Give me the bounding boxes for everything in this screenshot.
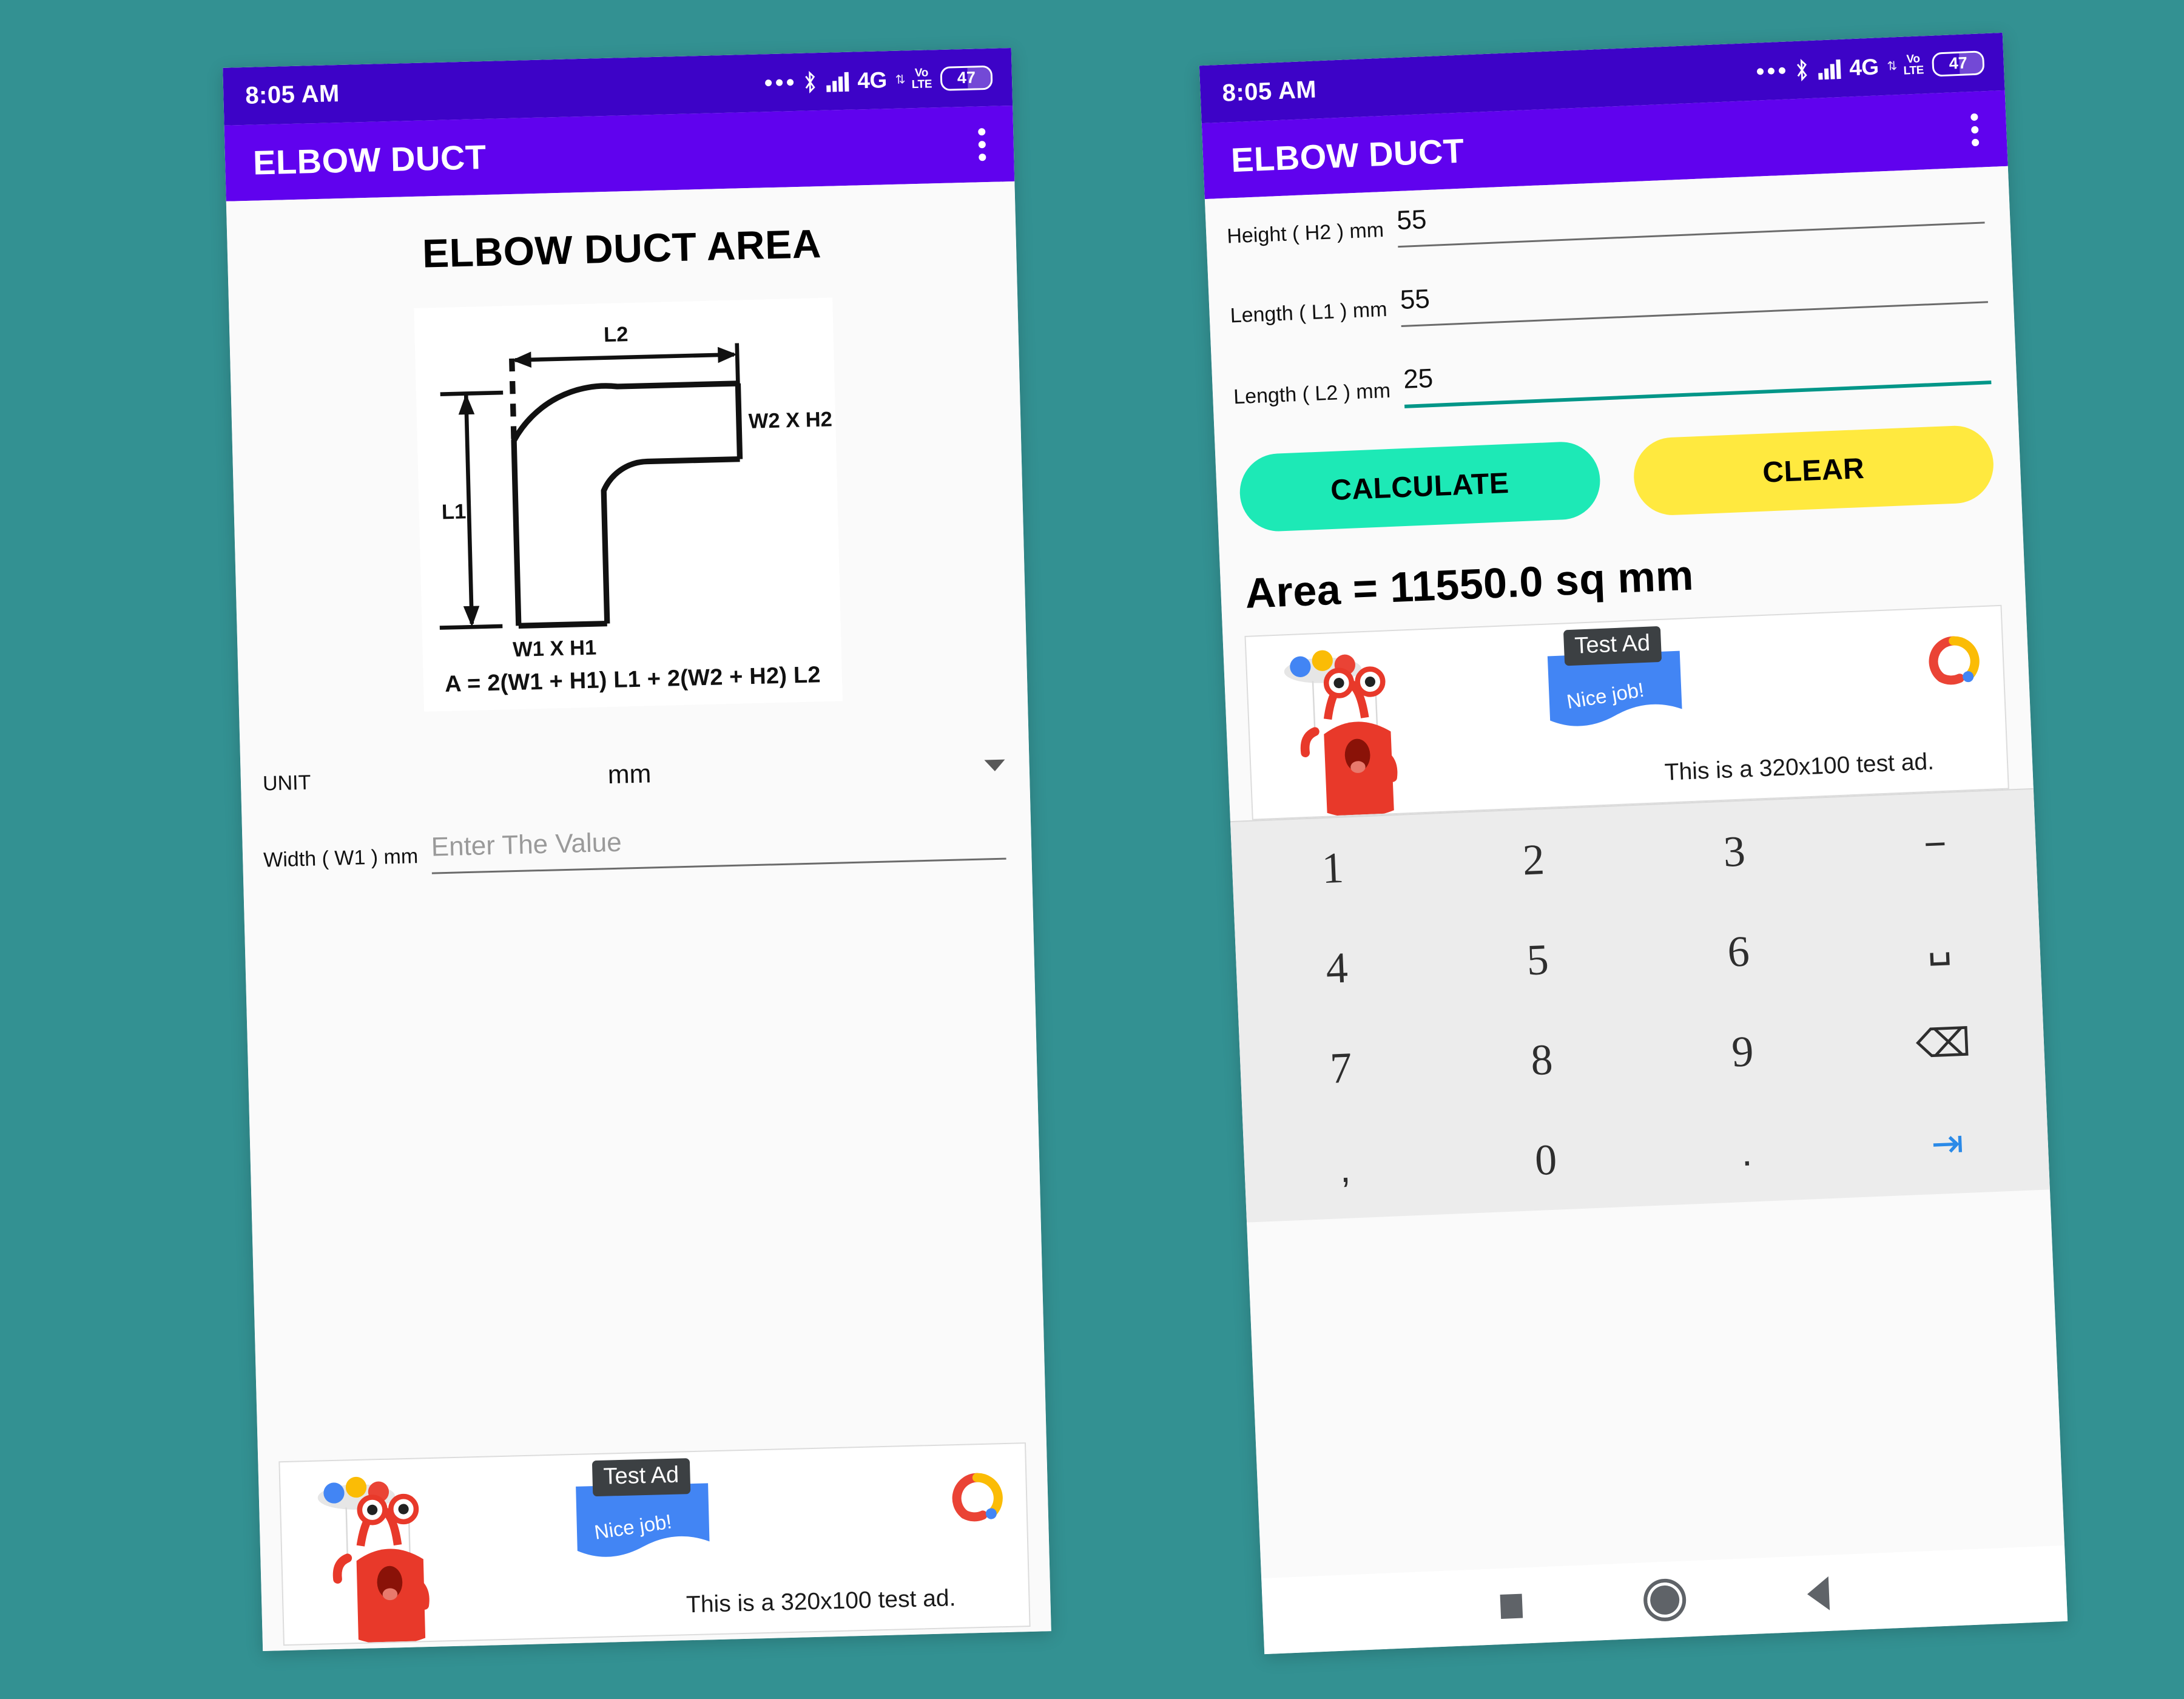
volte-bottom: LTE: [1903, 63, 1924, 78]
key-2[interactable]: 2: [1431, 806, 1636, 914]
signal-bars-icon: [1818, 58, 1841, 79]
key-0[interactable]: 0: [1443, 1106, 1648, 1214]
battery-icon: 47: [940, 65, 993, 91]
clear-button[interactable]: CLEAR: [1632, 424, 1995, 517]
field-label-w1: Width ( W1 ) mm: [263, 844, 419, 872]
signal-bars-icon: [826, 70, 849, 92]
elbow-duct-diagram: L2 L1 W2 X H2 W1 X H1: [439, 323, 832, 661]
ad-body-text: This is a 320x100 test ad.: [686, 1585, 956, 1618]
more-dots-icon: [765, 79, 794, 87]
network-4g-label: 4G: [1849, 53, 1879, 80]
recents-square-icon[interactable]: [1500, 1593, 1523, 1619]
key-7[interactable]: 7: [1239, 1014, 1444, 1122]
key-3[interactable]: 3: [1632, 797, 1837, 905]
bluetooth-icon: [805, 70, 815, 93]
ad-badge: Test Ad: [592, 1458, 690, 1497]
battery-level: 47: [957, 68, 976, 87]
kebab-menu-icon[interactable]: [972, 121, 993, 167]
red-monster-icon: [1268, 633, 1445, 818]
key-next[interactable]: ⇥: [1845, 1089, 2050, 1197]
data-transfer-icon: ⇅: [895, 73, 903, 87]
key-8[interactable]: 8: [1440, 1006, 1645, 1114]
status-time-right: 8:05 AM: [1221, 76, 1317, 107]
ad-banner-left[interactable]: Nice job! Test Ad This is a 320x100 test…: [278, 1442, 1031, 1646]
key-9[interactable]: 9: [1640, 998, 1845, 1106]
red-monster-icon: [302, 1461, 476, 1645]
key-4[interactable]: 4: [1235, 914, 1440, 1022]
area-formula: A = 2(W1 + H1) L1 + 2(W2 + H2) L2: [444, 662, 821, 697]
action-button-row: CALCULATE CLEAR: [1238, 424, 1995, 533]
key-period[interactable]: .: [1644, 1098, 1849, 1206]
calculate-button[interactable]: CALCULATE: [1238, 440, 1602, 533]
bluetooth-icon: [1797, 58, 1807, 81]
battery-level: 47: [1949, 53, 1968, 73]
diagram-label-w1h1: W1 X H1: [513, 637, 597, 661]
phone-screenshot-left: 8:05 AM 4G ⇅ Vo LTE 47 ELBOW DUCT ELBOW …: [223, 47, 1051, 1652]
back-triangle-icon[interactable]: [1806, 1576, 1830, 1611]
ad-banner-right[interactable]: Nice job! Test Ad This is a 320x100 test…: [1244, 604, 2009, 820]
key-minus[interactable]: −: [1833, 789, 2038, 897]
unit-label: UNIT: [262, 771, 311, 795]
volte-icon: Vo LTE: [911, 67, 932, 91]
elbow-duct-diagram-card: L2 L1 W2 X H2 W1 X H1 A = 2(W1 + H1) L1 …: [414, 297, 843, 712]
field-label-l2: Length ( L2 ) mm: [1233, 379, 1391, 409]
key-backspace[interactable]: ⌫: [1841, 990, 2046, 1098]
diagram-label-l1: L1: [442, 500, 467, 524]
diagram-label-w2h2: W2 X H2: [748, 408, 832, 433]
key-6[interactable]: 6: [1636, 897, 1841, 1005]
key-comma[interactable]: ,: [1242, 1114, 1448, 1222]
key-space[interactable]: ␣: [1837, 890, 2042, 998]
admob-logo-icon: [1927, 635, 1981, 691]
phone-screenshot-right: 8:05 AM 4G ⇅ Vo LTE 47 ELBOW DUCT Height…: [1199, 32, 2068, 1655]
page-title: ELBOW DUCT AREA: [422, 221, 822, 276]
key-5[interactable]: 5: [1435, 906, 1640, 1014]
admob-logo-icon: [951, 1472, 1003, 1527]
home-circle-icon[interactable]: [1642, 1578, 1687, 1622]
ad-body-text: This is a 320x100 test ad.: [1663, 748, 1935, 786]
data-transfer-icon: ⇅: [1887, 59, 1895, 73]
result-text: Area = 11550.0 sq mm: [1244, 551, 1695, 617]
field-input-w1[interactable]: Enter The Value: [431, 817, 1006, 874]
chevron-down-icon[interactable]: [984, 759, 1005, 772]
volte-icon: Vo LTE: [1903, 53, 1924, 78]
volte-bottom: LTE: [911, 77, 932, 91]
network-4g-label: 4G: [857, 67, 888, 93]
app-title-right: ELBOW DUCT: [1230, 131, 1465, 180]
field-input-l2[interactable]: 25: [1403, 340, 1992, 408]
numeric-keypad: 1 2 3− 4 5 6 ␣ 7 8 9 ⌫, 0. ⇥: [1230, 788, 2050, 1223]
more-dots-icon: [1757, 67, 1786, 75]
app-title: ELBOW DUCT: [252, 137, 487, 182]
right-screen-content: Height ( H2 ) mm 55 Length ( L1 ) mm 55 …: [1204, 166, 2065, 1579]
diagram-label-l2: L2: [604, 323, 629, 346]
status-time: 8:05 AM: [244, 80, 340, 109]
key-1[interactable]: 1: [1230, 814, 1435, 922]
left-screen-content: ELBOW DUCT AREA L2 L1 W2 X H2 W1 X H1 A …: [226, 181, 1051, 1652]
ad-badge: Test Ad: [1563, 626, 1662, 666]
battery-icon: 47: [1931, 50, 1985, 77]
kebab-menu-icon[interactable]: [1964, 107, 1986, 152]
